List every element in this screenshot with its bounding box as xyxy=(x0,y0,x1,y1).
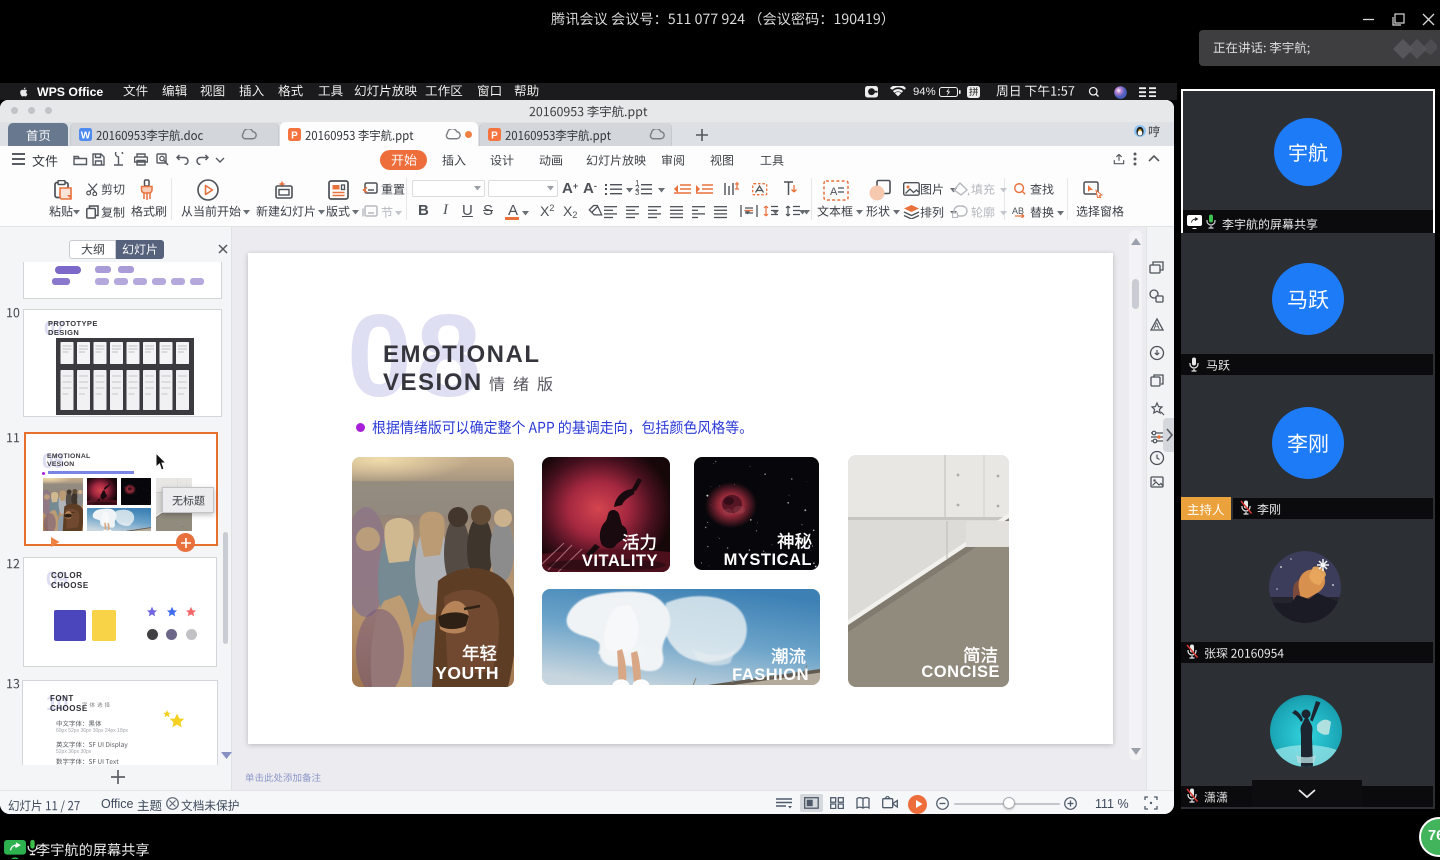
svg-text:A: A xyxy=(1154,321,1160,331)
svg-text:W: W xyxy=(81,131,91,142)
svg-text:P: P xyxy=(291,131,298,142)
svg-text:A: A xyxy=(830,186,838,198)
svg-text:P: P xyxy=(491,131,498,142)
